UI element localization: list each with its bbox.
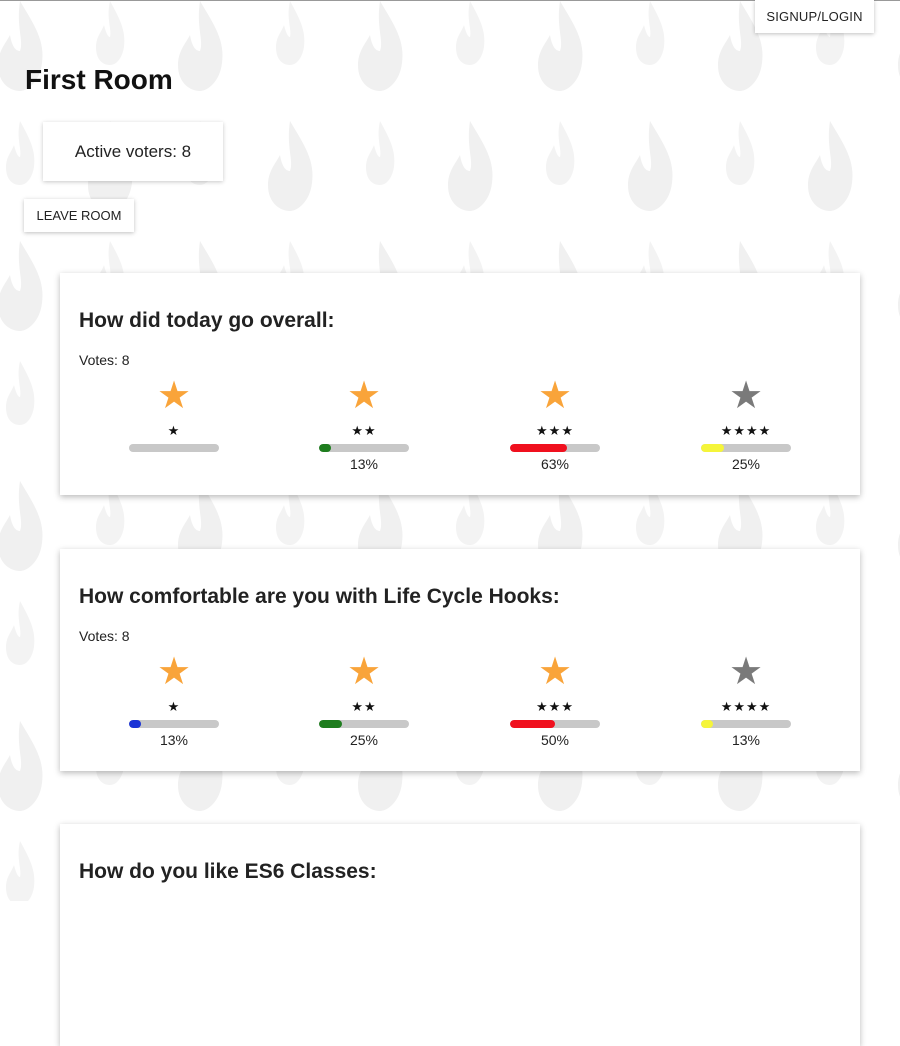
vote-progress-bar — [319, 720, 409, 728]
vote-progress-fill — [129, 720, 141, 728]
vote-progress-bar — [510, 720, 600, 728]
star-icon[interactable]: ★ — [304, 375, 424, 417]
rating-stars-label: ★★★ — [536, 423, 574, 438]
vote-count: Votes: 8 — [79, 628, 130, 644]
rating-option[interactable]: ★ ★★★★ 25% — [686, 375, 806, 474]
star-icon[interactable]: ★ — [114, 375, 234, 417]
vote-percent: 50% — [540, 732, 570, 748]
rating-option[interactable]: ★ ★ 13% — [114, 651, 234, 750]
vote-progress-bar — [701, 444, 791, 452]
rating-option[interactable]: ★ ★★★★ 13% — [686, 651, 806, 750]
vote-count: Votes: 8 — [79, 352, 130, 368]
rating-option[interactable]: ★ ★★★ 63% — [495, 375, 615, 474]
vote-progress-fill — [701, 444, 724, 452]
active-voters-card: Active voters: 8 — [43, 122, 223, 181]
vote-progress-fill — [319, 720, 342, 728]
vote-percent: 25% — [731, 456, 761, 472]
rating-option[interactable]: ★ ★★ 13% — [304, 375, 424, 474]
vote-progress-bar — [129, 720, 219, 728]
vote-percent: 25% — [349, 732, 379, 748]
rating-stars-label: ★★★★ — [720, 699, 772, 714]
vote-percent: 13% — [731, 732, 761, 748]
question-card: How do you like ES6 Classes: — [60, 824, 860, 1046]
rating-stars-label: ★ — [167, 423, 181, 438]
vote-percent: 13% — [349, 456, 379, 472]
vote-progress-fill — [319, 444, 331, 452]
question-card: How comfortable are you with Life Cycle … — [60, 549, 860, 771]
vote-progress-fill — [510, 720, 555, 728]
rating-option[interactable]: ★ ★ — [114, 375, 234, 474]
star-icon[interactable]: ★ — [686, 651, 806, 693]
room-title: First Room — [25, 64, 173, 95]
vote-progress-bar — [510, 444, 600, 452]
question-title: How did today go overall: — [79, 309, 335, 332]
vote-progress-bar — [319, 444, 409, 452]
rating-stars-label: ★ — [167, 699, 181, 714]
vote-progress-fill — [510, 444, 567, 452]
rating-option[interactable]: ★ ★★ 25% — [304, 651, 424, 750]
rating-option[interactable]: ★ ★★★ 50% — [495, 651, 615, 750]
star-icon[interactable]: ★ — [495, 651, 615, 693]
question-card: How did today go overall: Votes: 8 ★ ★ ★… — [60, 273, 860, 495]
active-voters-label: Active voters: 8 — [74, 141, 192, 161]
vote-progress-bar — [129, 444, 219, 452]
star-icon[interactable]: ★ — [114, 651, 234, 693]
rating-stars-label: ★★★ — [536, 699, 574, 714]
rating-stars-label: ★★★★ — [720, 423, 772, 438]
star-icon[interactable]: ★ — [495, 375, 615, 417]
signup-login-button[interactable]: SIGNUP/LOGIN — [755, 0, 874, 33]
vote-percent: 13% — [159, 732, 189, 748]
vote-progress-fill — [701, 720, 713, 728]
leave-room-button[interactable]: LEAVE ROOM — [24, 199, 134, 232]
question-title: How comfortable are you with Life Cycle … — [79, 585, 560, 608]
star-icon[interactable]: ★ — [304, 651, 424, 693]
rating-stars-label: ★★ — [351, 423, 377, 438]
star-icon[interactable]: ★ — [686, 375, 806, 417]
vote-percent — [114, 456, 234, 474]
rating-stars-label: ★★ — [351, 699, 377, 714]
vote-percent: 63% — [540, 456, 570, 472]
question-title: How do you like ES6 Classes: — [79, 860, 377, 883]
vote-progress-bar — [701, 720, 791, 728]
